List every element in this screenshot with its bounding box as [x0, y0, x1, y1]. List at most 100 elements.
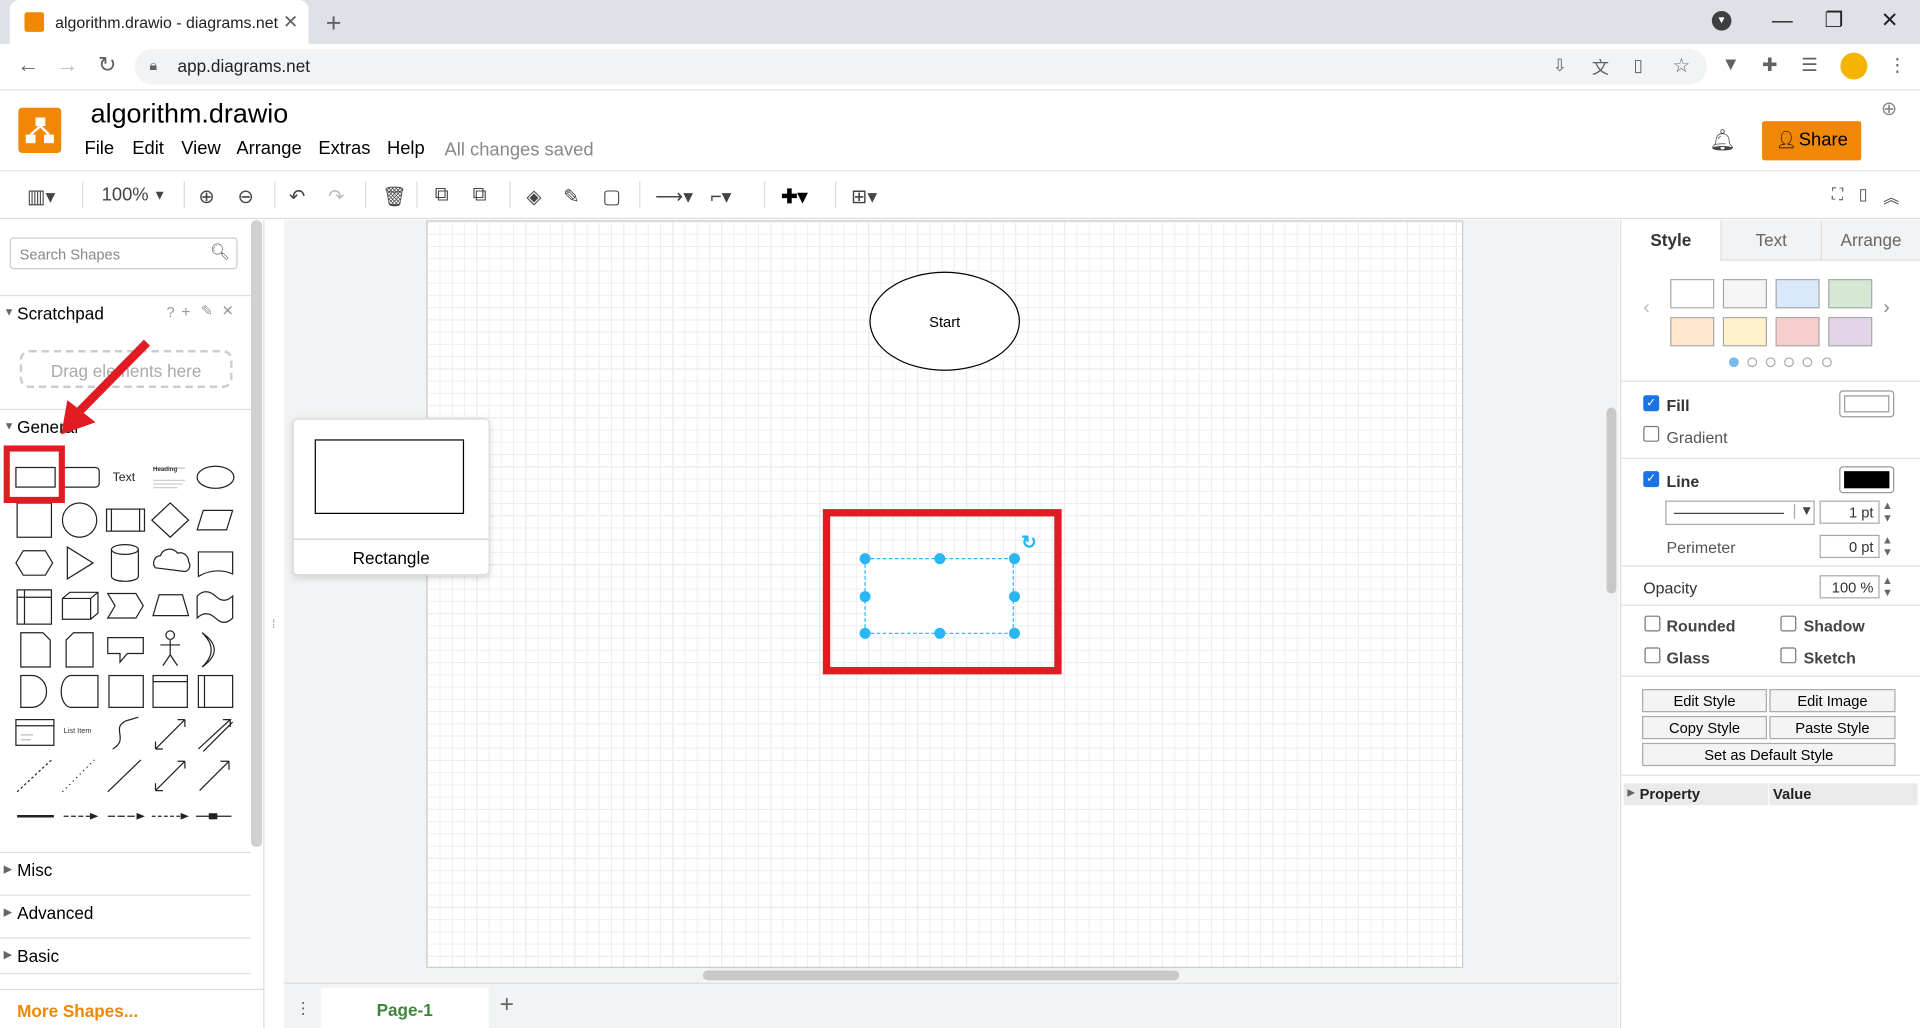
page-tab[interactable]: Page-1	[320, 987, 489, 1028]
arrow-shape[interactable]	[197, 718, 234, 752]
opacity-stepper-icon[interactable]: ▲ ▼	[1882, 574, 1893, 598]
dashed-line-shape[interactable]	[16, 759, 52, 793]
container-shape[interactable]	[108, 674, 144, 708]
tape-shape[interactable]	[196, 591, 234, 623]
menu-extras[interactable]: Extras	[318, 138, 370, 159]
tab-text[interactable]: Text	[1720, 220, 1821, 261]
menu-edit[interactable]: Edit	[132, 138, 164, 159]
page-dot[interactable]	[1728, 357, 1739, 368]
resize-handle[interactable]	[859, 627, 871, 639]
resize-handle[interactable]	[1008, 627, 1021, 639]
line-width-input[interactable]: 1 pt	[1819, 500, 1880, 524]
reading-list-icon[interactable]: ☰	[1801, 54, 1817, 76]
directional-connector-shape[interactable]	[199, 760, 230, 792]
resize-handle[interactable]	[1008, 591, 1021, 603]
labeled-connector-shape[interactable]	[195, 813, 232, 820]
hexagon-shape[interactable]	[15, 550, 54, 576]
tab-search-icon[interactable]: ▾	[1711, 11, 1732, 31]
new-tab-icon[interactable]: +	[326, 7, 342, 39]
style-swatch[interactable]	[1722, 316, 1767, 347]
scratchpad-add-icon[interactable]: +	[181, 302, 190, 320]
bidirectional-connector-shape[interactable]	[154, 760, 186, 792]
zoom-chevron-icon[interactable]: ▼	[153, 188, 166, 203]
style-swatch[interactable]	[1775, 279, 1820, 309]
zoom-dropdown[interactable]: 100%	[102, 185, 149, 206]
ellipse-shape[interactable]	[196, 465, 235, 489]
puzzle-extensions-icon[interactable]: ✚	[1762, 54, 1777, 76]
step-shape[interactable]	[106, 592, 144, 619]
data-storage-shape[interactable]	[20, 674, 48, 708]
reload-icon[interactable]: ↻	[98, 53, 116, 79]
edit-style-button[interactable]: Edit Style	[1642, 689, 1767, 713]
perimeter-input[interactable]: 0 pt	[1819, 534, 1880, 559]
menu-arrange[interactable]: Arrange	[236, 138, 301, 159]
tab-arrange[interactable]: Arrange	[1820, 220, 1920, 261]
line-pattern-select[interactable]: ▼	[1665, 500, 1815, 526]
copy-style-button[interactable]: Copy Style	[1642, 715, 1767, 740]
cube-shape[interactable]	[61, 591, 99, 620]
share-button[interactable]: 👤︎ Share	[1762, 121, 1862, 161]
diamond-shape[interactable]	[150, 502, 190, 539]
advanced-section[interactable]: ▶ Advanced	[0, 894, 252, 932]
dashed-arrow-shape[interactable]	[151, 812, 189, 820]
resize-handle[interactable]	[859, 591, 871, 603]
line-width-stepper-icon[interactable]: ▲ ▼	[1882, 499, 1893, 523]
format-toggle-icon[interactable]: ▯	[1859, 185, 1868, 205]
expand-arrow-icon[interactable]: ▶	[1627, 787, 1635, 798]
text-shape[interactable]: Text	[113, 471, 135, 484]
gradient-checkbox[interactable]	[1643, 425, 1660, 442]
square-shape[interactable]	[16, 502, 53, 538]
more-shapes-button[interactable]: More Shapes...	[0, 988, 265, 1028]
page-dot[interactable]	[1802, 357, 1813, 368]
circle-shape[interactable]	[61, 502, 98, 538]
forward-icon[interactable]: →	[56, 53, 78, 79]
browser-menu-icon[interactable]: ⋮	[1888, 54, 1906, 76]
document-title[interactable]: algorithm.drawio	[91, 98, 289, 130]
connection-style-icon[interactable]: ⟶▾	[655, 185, 693, 209]
resize-handle[interactable]	[934, 627, 946, 639]
list-shape[interactable]	[15, 718, 55, 746]
document-shape[interactable]	[197, 551, 234, 578]
to-back-icon[interactable]: ⧉	[473, 185, 487, 207]
browser-tab[interactable]: algorithm.drawio - diagrams.net ✕	[9, 0, 309, 45]
translate-icon[interactable]: 文	[1592, 55, 1609, 79]
style-swatch[interactable]	[1670, 279, 1715, 309]
bookmark-star-icon[interactable]: ☆	[1673, 54, 1691, 78]
minimize-icon[interactable]: —	[1772, 9, 1793, 33]
page-dot[interactable]	[1747, 357, 1758, 368]
connector-arrow-shape[interactable]	[107, 812, 145, 820]
triangle-shape[interactable]	[66, 545, 95, 580]
process-shape[interactable]	[105, 508, 146, 532]
zoom-out-icon[interactable]: ⊖	[238, 185, 254, 209]
table-icon[interactable]: ⊞▾	[851, 185, 877, 209]
rotate-handle-icon[interactable]: ↻	[1021, 531, 1036, 553]
back-icon[interactable]: ←	[17, 53, 39, 79]
link-arrow-shape[interactable]	[63, 812, 99, 820]
tab-style[interactable]: Style	[1620, 220, 1721, 261]
dotted-line-shape[interactable]	[62, 759, 95, 793]
horizontal-scrollbar[interactable]	[702, 970, 1180, 981]
glass-checkbox[interactable]	[1644, 647, 1661, 664]
basic-section[interactable]: ▶ Basic	[0, 937, 252, 975]
scratchpad-section[interactable]: ▼ Scratchpad ? + ✎ ✕	[0, 294, 252, 332]
callout-shape[interactable]	[107, 636, 144, 664]
line-checkbox[interactable]: ✓	[1643, 471, 1660, 488]
fill-color-button[interactable]	[1839, 390, 1895, 418]
edit-image-button[interactable]: Edit Image	[1769, 689, 1896, 713]
bidirectional-arrow-shape[interactable]	[154, 718, 186, 750]
style-swatch[interactable]	[1670, 316, 1715, 347]
scratchpad-edit-icon[interactable]: ✎	[201, 302, 213, 319]
swatch-next-icon[interactable]: ›	[1883, 297, 1890, 319]
pages-menu-icon[interactable]: ⋮	[295, 999, 311, 1019]
rounded-checkbox[interactable]	[1644, 615, 1661, 632]
paste-style-button[interactable]: Paste Style	[1769, 715, 1896, 740]
resize-handle[interactable]	[934, 553, 946, 565]
extension-icon[interactable]: ▼	[1722, 54, 1740, 75]
fill-color-icon[interactable]: ◈	[527, 185, 542, 209]
page-dot[interactable]	[1822, 357, 1832, 368]
format-panel-toggle-icon[interactable]: ▥▾	[27, 185, 55, 209]
search-shapes-input[interactable]: Search Shapes 🔍︎	[9, 237, 238, 270]
heading-shape[interactable]: Heading	[153, 466, 177, 473]
scratchpad-close-icon[interactable]: ✕	[222, 302, 234, 319]
set-default-style-button[interactable]: Set as Default Style	[1642, 742, 1896, 767]
